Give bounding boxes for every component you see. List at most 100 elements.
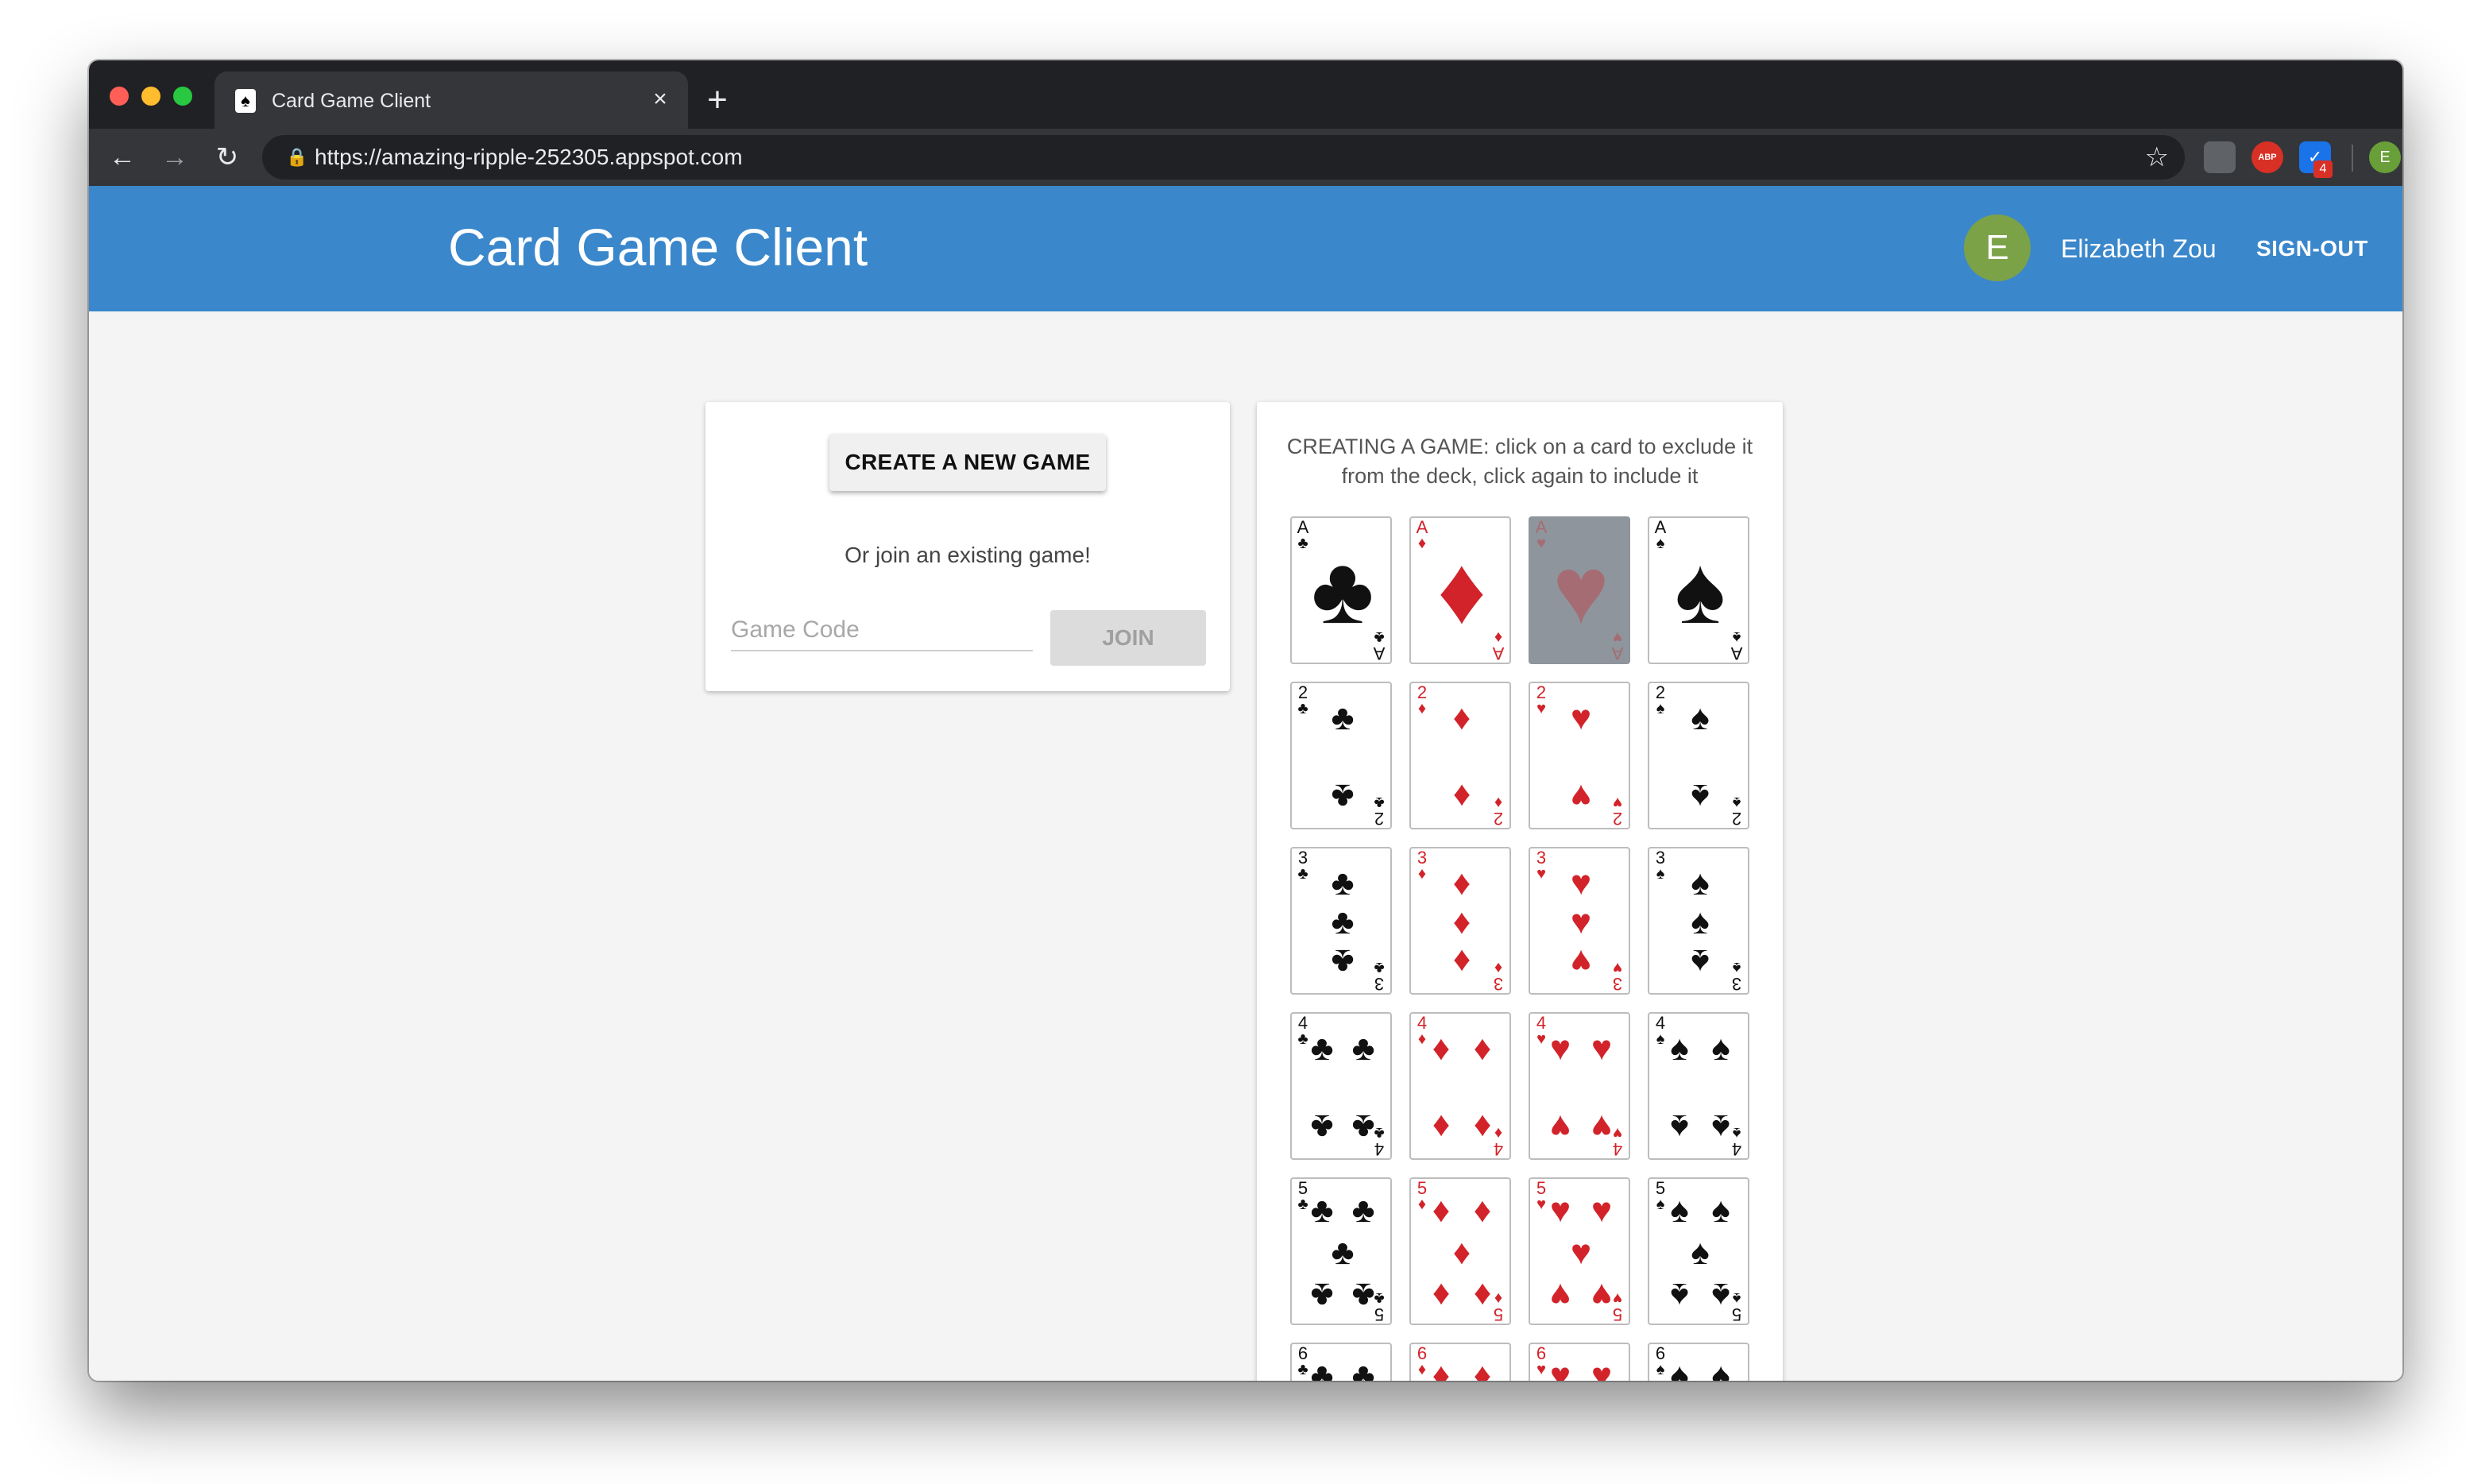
playing-card-5-spades[interactable]: 5 ♠ 5 ♠ ♠ ♠ ♠ ♠ ♠ <box>1648 1177 1749 1325</box>
playing-card-a-diamonds[interactable]: A ♦ A ♦ ♦ <box>1409 516 1511 664</box>
adblock-icon[interactable]: ABP <box>2251 141 2283 173</box>
diamonds-suit-icon: ♦ <box>1494 959 1503 976</box>
minimize-window-button[interactable] <box>141 87 160 106</box>
playing-card-3-clubs[interactable]: 3 ♣ 3 ♣ ♣ ♣ ♣ <box>1290 847 1392 995</box>
card-face: A ♣ A ♣ ♣ <box>1292 518 1390 663</box>
close-window-button[interactable] <box>110 87 129 106</box>
clubs-pip-icon: ♣ <box>1331 777 1355 816</box>
playing-card-a-spades[interactable]: A ♠ A ♠ ♠ <box>1648 516 1749 664</box>
diamonds-pip-icon: ♦ <box>1452 698 1471 737</box>
hearts-pip-icon: ♥ <box>1591 1191 1613 1230</box>
spades-suit-icon: ♠ <box>1732 794 1741 811</box>
spades-suit-icon: ♠ <box>1656 865 1665 883</box>
playing-card-3-hearts[interactable]: 3 ♥ 3 ♥ ♥ ♥ ♥ <box>1529 847 1630 995</box>
card-face: 4 ♠ 4 ♠ ♠ ♠ ♠ ♠ <box>1649 1014 1748 1159</box>
card-face: 5 ♥ 5 ♥ ♥ ♥ ♥ ♥ ♥ <box>1530 1179 1629 1324</box>
new-tab-icon[interactable]: + <box>701 83 734 118</box>
user-avatar[interactable]: E <box>1964 214 2031 281</box>
playing-card-5-clubs[interactable]: 5 ♣ 5 ♣ ♣ ♣ ♣ ♣ ♣ <box>1290 1177 1392 1325</box>
spades-pip-icon: ♠ <box>1691 777 1710 816</box>
card-corner-index: 3 ♣ <box>1371 959 1387 993</box>
hearts-pip-icon: ♥ <box>1570 777 1592 816</box>
playing-card-6-diamonds[interactable]: 6♦6♦♦♦♦♦♦♦ <box>1409 1343 1511 1381</box>
address-bar[interactable]: 🔒 https://amazing-ripple-252305.appspot.… <box>262 135 2185 180</box>
playing-card-6-clubs[interactable]: 6♣6♣♣♣♣♣♣♣ <box>1290 1343 1392 1381</box>
playing-card-6-hearts[interactable]: 6♥6♥♥♥♥♥♥♥ <box>1529 1343 1630 1381</box>
tab-title: Card Game Client <box>272 90 431 112</box>
card-face: 3 ♥ 3 ♥ ♥ ♥ ♥ <box>1530 848 1629 994</box>
diamonds-pip-icon: ♦ <box>1452 1233 1471 1272</box>
clubs-pip-icon: ♣ <box>1331 864 1355 902</box>
playing-card-5-hearts[interactable]: 5 ♥ 5 ♥ ♥ ♥ ♥ ♥ ♥ <box>1529 1177 1630 1325</box>
hearts-pip-icon: ♥ <box>1552 537 1610 643</box>
diamonds-pip-icon: ♦ <box>1473 1356 1492 1382</box>
maximize-window-button[interactable] <box>173 87 192 106</box>
card-face: 3 ♦ 3 ♦ ♦ ♦ ♦ <box>1411 848 1509 994</box>
card-corner-index: 3 ♥ <box>1533 849 1549 883</box>
game-code-input[interactable] <box>731 610 1033 651</box>
playing-card-2-spades[interactable]: 2 ♠ 2 ♠ ♠ ♠ <box>1648 682 1749 829</box>
spades-pip-icon: ♠ <box>1670 1191 1689 1230</box>
clubs-pip-icon: ♣ <box>1310 1356 1334 1382</box>
playing-card-a-clubs[interactable]: A ♣ A ♣ ♣ <box>1290 516 1392 664</box>
card-face: 6♣6♣♣♣♣♣♣♣ <box>1292 1344 1390 1382</box>
diamonds-pip-icon: ♦ <box>1473 1107 1492 1146</box>
card-rank-label: A <box>1492 643 1505 663</box>
spades-pip-icon: ♠ <box>1675 537 1726 643</box>
playing-card-4-spades[interactable]: 4 ♠ 4 ♠ ♠ ♠ ♠ ♠ <box>1648 1012 1749 1160</box>
hearts-pip-icon: ♥ <box>1570 902 1592 941</box>
card-rank-label: 3 <box>1612 974 1623 994</box>
playing-card-a-hearts[interactable]: A ♥ A ♥ ♥ <box>1529 516 1630 664</box>
close-tab-icon[interactable]: × <box>647 86 674 113</box>
card-corner-index: 2 ♦ <box>1490 794 1506 828</box>
sign-out-button[interactable]: SIGN-OUT <box>2256 234 2368 264</box>
hearts-pip-icon: ♥ <box>1570 942 1592 981</box>
diamonds-pip-icon: ♦ <box>1452 942 1471 981</box>
user-name: Elizabeth Zou <box>2061 234 2217 263</box>
playing-card-2-hearts[interactable]: 2 ♥ 2 ♥ ♥ ♥ <box>1529 682 1630 829</box>
spades-pip-icon: ♠ <box>1711 1107 1730 1146</box>
spades-pip-icon: ♠ <box>1670 1356 1689 1382</box>
extension-icon[interactable] <box>2204 141 2236 173</box>
clubs-pip-icon: ♣ <box>1331 942 1355 981</box>
clubs-pip-icon: ♣ <box>1311 537 1374 643</box>
clubs-suit-icon: ♣ <box>1374 959 1385 976</box>
playing-card-3-diamonds[interactable]: 3 ♦ 3 ♦ ♦ ♦ ♦ <box>1409 847 1511 995</box>
spades-pip-icon: ♠ <box>1691 1233 1710 1272</box>
card-face: 2 ♥ 2 ♥ ♥ ♥ <box>1530 683 1629 829</box>
card-face: A ♦ A ♦ ♦ <box>1411 518 1509 663</box>
lock-icon: 🔒 <box>286 147 308 167</box>
card-face: 3 ♣ 3 ♣ ♣ ♣ ♣ <box>1292 848 1390 994</box>
hearts-pip-icon: ♥ <box>1591 1107 1613 1146</box>
playing-card-4-clubs[interactable]: 4 ♣ 4 ♣ ♣ ♣ ♣ ♣ <box>1290 1012 1392 1160</box>
card-face: A ♠ A ♠ ♠ <box>1649 518 1748 663</box>
back-arrow-icon[interactable]: ← <box>105 140 140 175</box>
playing-card-4-hearts[interactable]: 4 ♥ 4 ♥ ♥ ♥ ♥ ♥ <box>1529 1012 1630 1160</box>
card-corner-index: 2 ♠ <box>1729 794 1745 828</box>
hearts-pip-icon: ♥ <box>1549 1107 1571 1146</box>
playing-card-5-diamonds[interactable]: 5 ♦ 5 ♦ ♦ ♦ ♦ ♦ ♦ <box>1409 1177 1511 1325</box>
diamonds-pip-icon: ♦ <box>1452 902 1471 941</box>
forward-arrow-icon[interactable]: → <box>157 140 192 175</box>
bookmark-star-icon[interactable]: ☆ <box>2145 141 2169 173</box>
hearts-pip-icon: ♥ <box>1591 1029 1613 1068</box>
diamonds-suit-icon: ♦ <box>1494 794 1503 811</box>
clubs-suit-icon: ♣ <box>1297 700 1308 717</box>
playing-card-2-clubs[interactable]: 2 ♣ 2 ♣ ♣ ♣ <box>1290 682 1392 829</box>
url-text[interactable]: https://amazing-ripple-252305.appspot.co… <box>315 143 743 172</box>
create-game-button[interactable]: CREATE A NEW GAME <box>829 434 1106 491</box>
playing-card-3-spades[interactable]: 3 ♠ 3 ♠ ♠ ♠ ♠ <box>1648 847 1749 995</box>
hearts-pip-icon: ♥ <box>1570 864 1592 902</box>
browser-toolbar: ← → ↻ 🔒 https://amazing-ripple-252305.ap… <box>89 129 2402 186</box>
card-corner-index: 3 ♥ <box>1610 959 1625 994</box>
join-button[interactable]: JOIN <box>1050 610 1206 666</box>
playing-card-2-diamonds[interactable]: 2 ♦ 2 ♦ ♦ ♦ <box>1409 682 1511 829</box>
profile-avatar-icon[interactable]: E <box>2369 141 2401 173</box>
card-face: 2 ♦ 2 ♦ ♦ ♦ <box>1411 683 1509 829</box>
deck-instructions: CREATING A GAME: click on a card to excl… <box>1286 435 1753 488</box>
playing-card-4-diamonds[interactable]: 4 ♦ 4 ♦ ♦ ♦ ♦ ♦ <box>1409 1012 1511 1160</box>
clubs-pip-icon: ♣ <box>1331 698 1355 737</box>
browser-tab[interactable]: ♠ Card Game Client × <box>215 71 688 129</box>
reload-icon[interactable]: ↻ <box>210 140 245 175</box>
playing-card-6-spades[interactable]: 6♠6♠♠♠♠♠♠♠ <box>1648 1343 1749 1381</box>
